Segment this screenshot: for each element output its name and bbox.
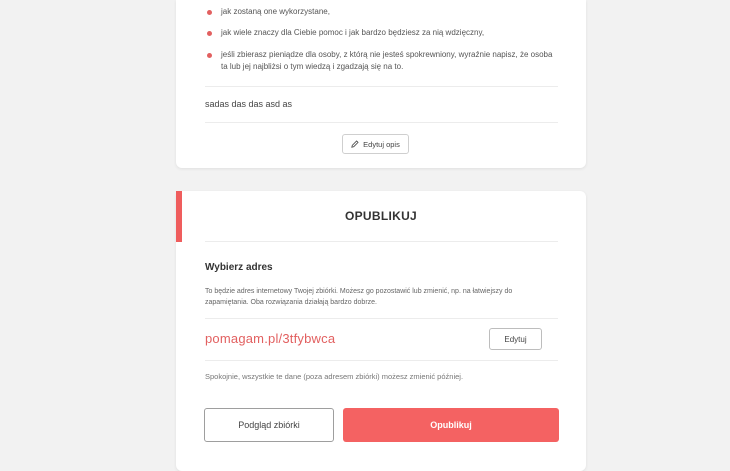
edit-description-label: Edytuj opis xyxy=(363,139,400,149)
bullet-dot xyxy=(207,10,212,15)
address-info-text: To będzie adres internetowy Twojej zbiór… xyxy=(205,288,513,306)
section-title: Wybierz adres xyxy=(205,262,273,273)
divider xyxy=(205,241,558,242)
list-item: jak zostaną one wykorzystane, xyxy=(205,6,330,18)
list-item: jeśli zbierasz pieniądze dla osoby, z kt… xyxy=(205,49,561,73)
publish-title: OPUBLIKUJ xyxy=(344,209,418,223)
divider xyxy=(205,122,558,123)
bullet-dot xyxy=(207,53,212,58)
edit-url-button[interactable]: Edytuj xyxy=(489,328,542,350)
bullet-text: jeśli zbierasz pieniądze dla osoby, z kt… xyxy=(221,50,553,71)
campaign-url: pomagam.pl/3tfybwca xyxy=(205,331,336,346)
pencil-icon xyxy=(351,140,359,148)
description-text: sadas das das asd as xyxy=(205,99,293,109)
divider xyxy=(205,86,558,87)
note-text: Spokojnie, wszystkie te dane (poza adres… xyxy=(205,372,464,381)
bullet-text: jak wiele znaczy dla Ciebie pomoc i jak … xyxy=(221,28,485,37)
list-item: jak wiele znaczy dla Ciebie pomoc i jak … xyxy=(205,27,484,39)
publish-button[interactable]: Opublikuj xyxy=(343,408,559,442)
bullet-text: jak zostaną one wykorzystane, xyxy=(221,7,330,16)
preview-button[interactable]: Podgląd zbiórki xyxy=(204,408,334,442)
edit-description-button[interactable]: Edytuj opis xyxy=(342,134,409,154)
divider xyxy=(205,360,558,361)
bullet-dot xyxy=(207,31,212,36)
divider xyxy=(205,318,558,319)
